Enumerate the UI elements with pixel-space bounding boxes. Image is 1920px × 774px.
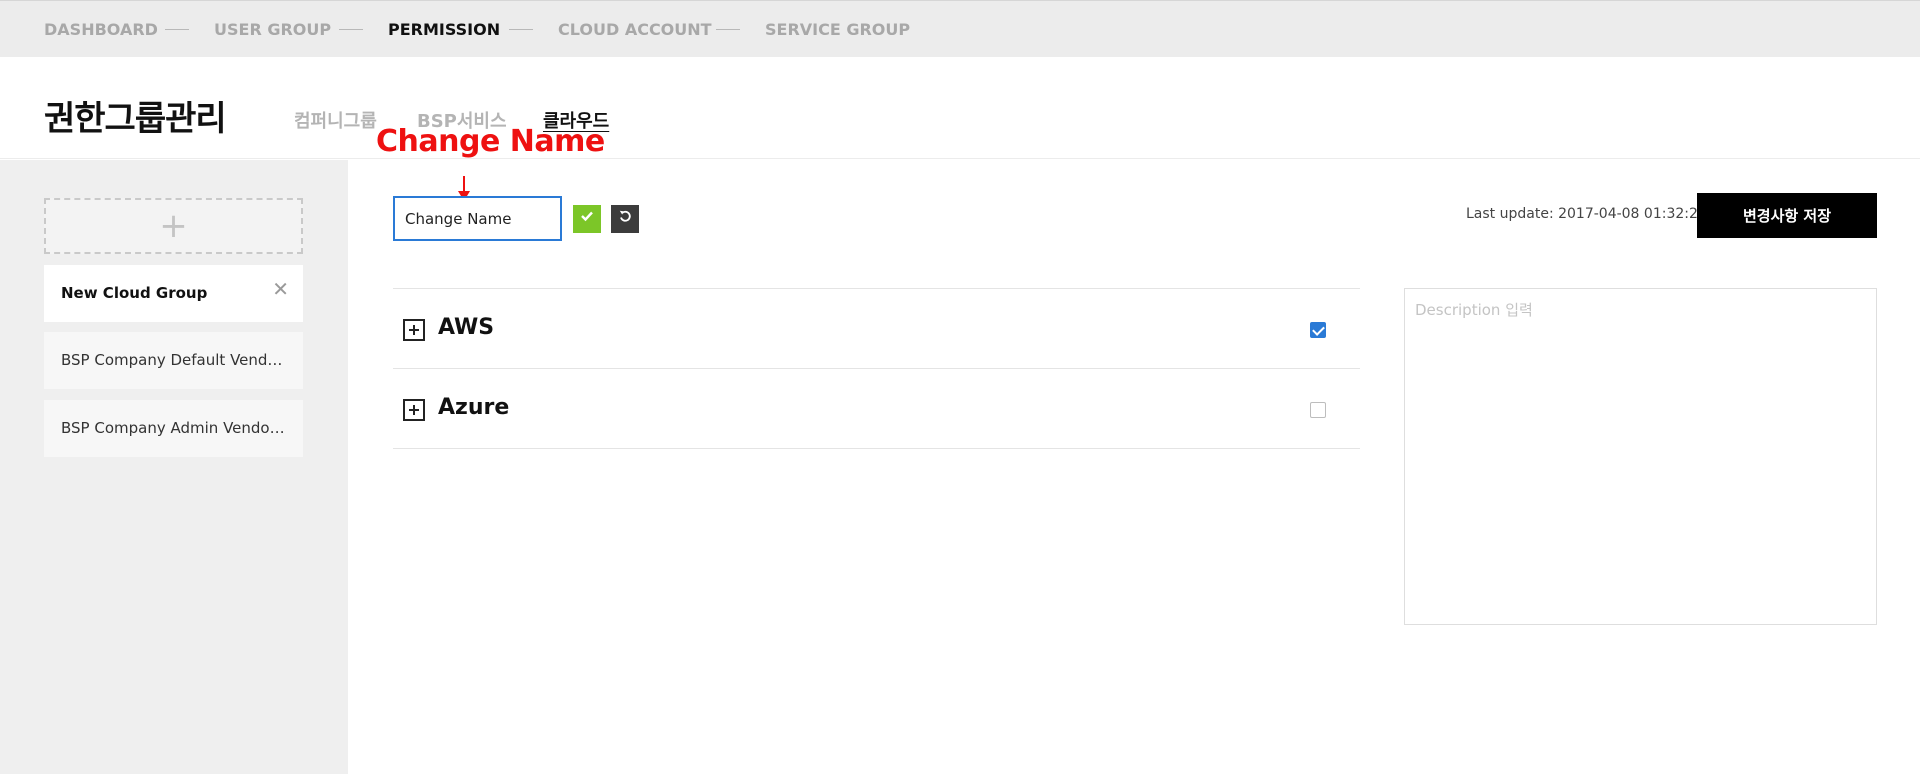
vendor-row-aws: AWS (393, 289, 1360, 369)
close-icon[interactable]: ✕ (272, 279, 289, 299)
group-item-label: BSP Company Admin Vendor Group (61, 419, 287, 437)
vendor-list: AWS Azure (393, 288, 1360, 449)
save-changes-button[interactable]: 변경사항 저장 (1697, 193, 1877, 238)
nav-separator (339, 29, 363, 30)
nav-separator (509, 29, 533, 30)
reset-name-button[interactable] (611, 205, 639, 233)
group-item-label: New Cloud Group (61, 284, 208, 302)
nav-separator (165, 29, 189, 30)
annotation-label: Change Name (376, 124, 605, 159)
page-title: 권한그룹관리 (44, 99, 227, 139)
nav-dashboard[interactable]: DASHBOARD (44, 20, 158, 39)
vendor-name: Azure (438, 395, 510, 420)
add-group-button[interactable]: + (44, 198, 303, 254)
vendor-checkbox[interactable] (1310, 322, 1326, 338)
expand-icon[interactable] (403, 399, 425, 421)
tab-company-group[interactable]: 컴퍼니그룹 (294, 107, 377, 133)
group-item-default-vendor[interactable]: BSP Company Default Vendor Group (44, 332, 303, 389)
nav-user-group[interactable]: USER GROUP (214, 20, 331, 39)
vendor-row-azure: Azure (393, 369, 1360, 449)
group-item-new-cloud-group[interactable]: New Cloud Group ✕ (44, 265, 303, 322)
group-item-admin-vendor[interactable]: BSP Company Admin Vendor Group (44, 400, 303, 457)
group-name-input[interactable] (393, 196, 562, 241)
vendor-checkbox[interactable] (1310, 402, 1326, 418)
page-header: 권한그룹관리 컴퍼니그룹 BSP서비스 클라우드 (0, 57, 1920, 159)
nav-permission[interactable]: PERMISSION (388, 20, 500, 39)
description-textarea[interactable] (1404, 288, 1877, 625)
top-navigation: DASHBOARD USER GROUP PERMISSION CLOUD AC… (0, 0, 1920, 57)
confirm-name-button[interactable] (573, 205, 601, 233)
plus-icon: + (159, 206, 188, 246)
group-sidebar: + New Cloud Group ✕ BSP Company Default … (0, 160, 348, 774)
vendor-name: AWS (438, 315, 495, 340)
annotation-arrow-line (463, 176, 465, 192)
nav-cloud-account[interactable]: CLOUD ACCOUNT (558, 20, 712, 39)
nav-service-group[interactable]: SERVICE GROUP (765, 20, 910, 39)
group-item-label: BSP Company Default Vendor Group (61, 351, 287, 369)
expand-icon[interactable] (403, 319, 425, 341)
last-update-text: Last update: 2017-04-08 01:32:27 (1466, 206, 1707, 222)
nav-separator (716, 29, 740, 30)
reset-icon (619, 210, 631, 222)
check-icon (581, 211, 593, 222)
